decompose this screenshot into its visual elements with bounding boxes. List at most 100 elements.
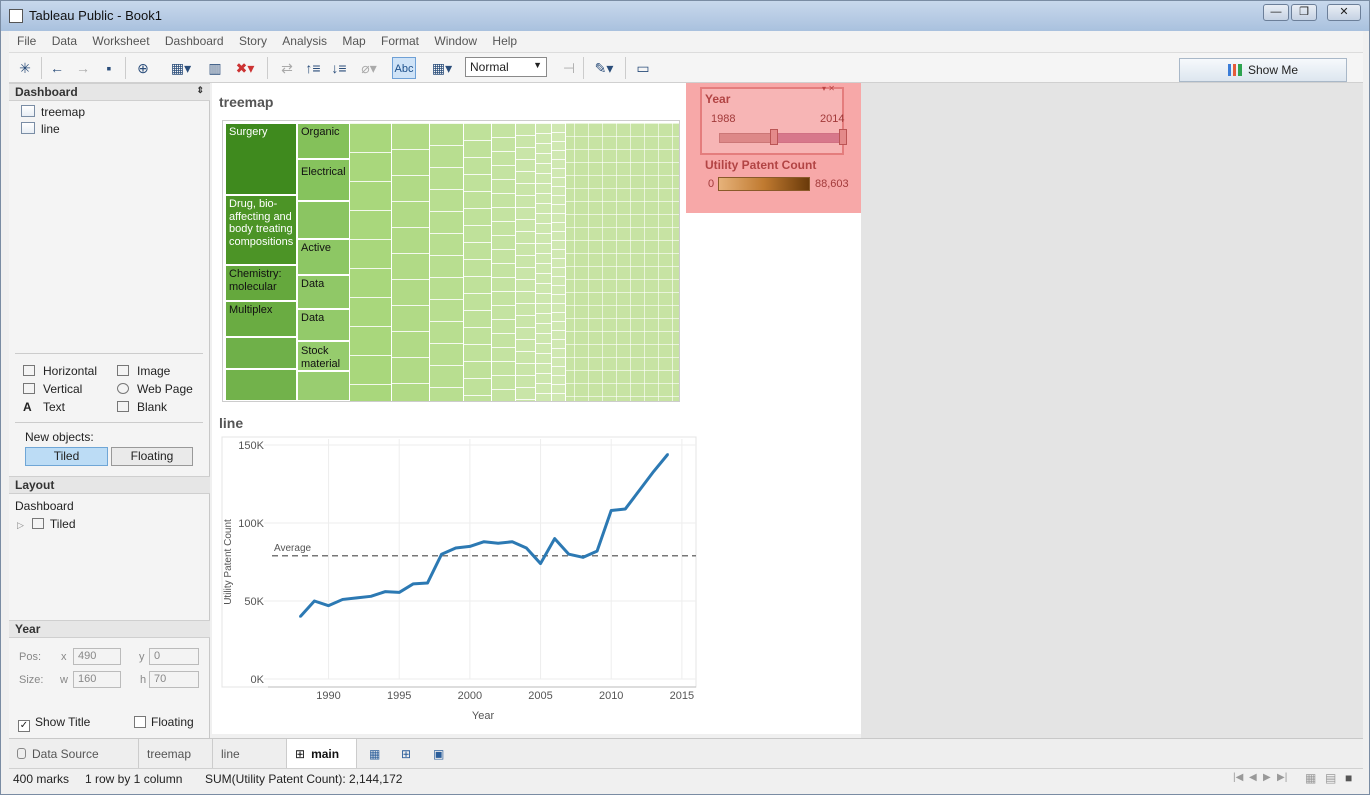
save-icon[interactable]: ▪ — [99, 57, 119, 79]
treemap-cell-surgery[interactable]: Surgery — [225, 123, 297, 195]
treemap-cell-organic[interactable]: Organic — [297, 123, 350, 159]
object-horizontal[interactable]: Horizontal — [23, 364, 97, 378]
first-sheet-icon[interactable]: |◀ — [1233, 772, 1243, 783]
redo-icon[interactable]: → — [73, 57, 93, 79]
layout-root[interactable]: Dashboard — [15, 499, 74, 513]
new-story-tab-icon[interactable]: ▣ — [425, 739, 451, 769]
new-data-source-icon[interactable]: ⊕ — [133, 57, 153, 79]
menu-worksheet[interactable]: Worksheet — [92, 31, 149, 51]
treemap-cell-drug[interactable]: Drug, bio-affecting and body treating co… — [225, 195, 297, 265]
sort-descending-icon[interactable]: ↓≡ — [329, 57, 349, 79]
new-dashboard-tab-icon[interactable]: ⊞ — [393, 739, 419, 769]
fix-axes-icon[interactable]: ⊣ — [559, 57, 579, 79]
show-title-checkbox[interactable]: ✓ Show Title — [18, 715, 90, 732]
pos-y-field[interactable]: 0 — [149, 648, 199, 665]
filmstrip-icon[interactable]: ▤ — [1325, 771, 1336, 785]
highlight-icon[interactable]: ✎▾ — [589, 57, 619, 79]
size-w-field[interactable]: 160 — [73, 671, 121, 688]
last-sheet-icon[interactable]: ▶| — [1277, 772, 1287, 783]
totals-icon[interactable]: ▦▾ — [427, 57, 457, 79]
show-me-button[interactable]: Show Me — [1179, 58, 1347, 82]
size-h-field[interactable]: 70 — [149, 671, 199, 688]
treemap-cell-data-2[interactable]: Data — [297, 309, 350, 341]
new-worksheet-tab-icon[interactable]: ▦ — [361, 739, 387, 769]
treemap-cell-electrical[interactable]: Electrical — [297, 159, 350, 201]
menu-data[interactable]: Data — [52, 31, 77, 51]
tab-line[interactable]: line — [213, 739, 287, 769]
minimize-button[interactable]: — — [1263, 4, 1289, 21]
tableau-logo-icon[interactable]: ✳ — [15, 57, 35, 79]
sheet-item-line[interactable]: line — [21, 122, 60, 136]
object-text[interactable]: A Text — [23, 400, 65, 414]
marks-count: 400 marks — [13, 772, 70, 786]
normal-view-icon[interactable]: ■ — [1345, 771, 1352, 785]
treemap-column[interactable] — [392, 123, 430, 401]
treemap-cell-data[interactable]: Data — [297, 275, 350, 309]
treemap-cell[interactable] — [225, 337, 297, 369]
data-point — [525, 546, 528, 550]
clear-sheet-icon[interactable]: ✖▾ — [231, 57, 259, 79]
undo-icon[interactable]: ← — [47, 57, 67, 79]
treemap-cell-chemistry[interactable]: Chemistry: molecular — [225, 265, 297, 301]
pos-x-field[interactable]: 490 — [73, 648, 121, 665]
treemap-column[interactable] — [552, 123, 566, 401]
treemap-cell[interactable] — [297, 371, 350, 401]
object-image[interactable]: Image — [117, 364, 170, 378]
object-vertical[interactable]: Vertical — [23, 382, 82, 396]
treemap-cell[interactable] — [225, 369, 297, 401]
tab-main[interactable]: ⊞ main — [287, 739, 357, 769]
treemap-view[interactable]: Surgery Drug, bio-affecting and body tre… — [222, 120, 680, 402]
new-worksheet-icon[interactable]: ▦▾ — [167, 57, 195, 79]
tiled-toggle[interactable]: Tiled — [25, 447, 108, 466]
menu-window[interactable]: Window — [434, 31, 477, 51]
year-slider-range — [773, 133, 847, 143]
floating-toggle[interactable]: Floating — [111, 447, 193, 466]
sort-ascending-icon[interactable]: ↑≡ — [303, 57, 323, 79]
duplicate-sheet-icon[interactable]: ▥ — [205, 57, 225, 79]
prev-sheet-icon[interactable]: ◀ — [1249, 772, 1257, 783]
close-button[interactable]: ✕ — [1327, 4, 1361, 21]
year-slider-max-handle[interactable] — [839, 129, 847, 145]
expand-icon[interactable]: ▷ — [17, 520, 24, 530]
year-filter-title: Year — [705, 92, 731, 106]
layout-item-tiled[interactable]: ▷ Tiled — [17, 517, 76, 531]
object-blank[interactable]: Blank — [117, 400, 167, 414]
sheet-sorter-icon[interactable]: ▦ — [1305, 771, 1316, 785]
treemap-column[interactable] — [516, 123, 536, 401]
treemap-column[interactable] — [464, 123, 492, 401]
menu-help[interactable]: Help — [492, 31, 517, 51]
presentation-mode-icon[interactable]: ▭ — [633, 57, 653, 79]
show-labels-button[interactable]: Abc — [392, 57, 416, 79]
sheet-tabs: Data Source treemap line ⊞ main ▦ ⊞ ▣ — [9, 738, 1363, 769]
treemap-cell-stock-material[interactable]: Stock material — [297, 341, 350, 371]
treemap-cell-active[interactable]: Active — [297, 239, 350, 275]
filter-menu-icon[interactable]: ▾ ✕ — [822, 84, 835, 93]
menu-dashboard[interactable]: Dashboard — [165, 31, 224, 51]
line-chart[interactable]: 1990 1995 2000 2005 2010 2015 0K 50K 100K 150K Av… — [212, 431, 702, 731]
menu-story[interactable]: Story — [239, 31, 267, 51]
y-tick-label: 50K — [244, 596, 264, 608]
sheet-item-treemap[interactable]: treemap — [21, 105, 85, 119]
menu-format[interactable]: Format — [381, 31, 419, 51]
year-slider-min-handle[interactable] — [770, 129, 778, 145]
menu-map[interactable]: Map — [342, 31, 365, 51]
fit-select[interactable]: Normal ▼ — [465, 57, 547, 77]
treemap-column[interactable] — [492, 123, 516, 401]
treemap-column[interactable] — [536, 123, 552, 401]
maximize-button[interactable]: ❐ — [1291, 4, 1317, 21]
treemap-cell-multiplex[interactable]: Multiplex — [225, 301, 297, 337]
menu-file[interactable]: File — [17, 31, 36, 51]
tab-data-source[interactable]: Data Source — [9, 739, 139, 769]
treemap-column[interactable] — [350, 123, 392, 401]
toolbar: ✳ ← → ▪ ⊕ ▦▾ ▥ ✖▾ ⇄ ↑≡ ↓≡ ⌀▾ Abc ▦▾ ⊣ ✎▾… — [9, 53, 1363, 83]
object-web-page[interactable]: Web Page — [117, 382, 193, 396]
next-sheet-icon[interactable]: ▶ — [1263, 772, 1271, 783]
floating-checkbox[interactable]: Floating — [134, 715, 194, 729]
menu-analysis[interactable]: Analysis — [282, 31, 327, 51]
swap-icon[interactable]: ⇄ — [277, 57, 297, 79]
treemap-column[interactable] — [430, 123, 464, 401]
tab-treemap[interactable]: treemap — [139, 739, 213, 769]
treemap-cell[interactable] — [297, 201, 350, 239]
collapse-icon[interactable]: ⇕ — [196, 85, 204, 96]
group-icon[interactable]: ⌀▾ — [355, 57, 383, 79]
